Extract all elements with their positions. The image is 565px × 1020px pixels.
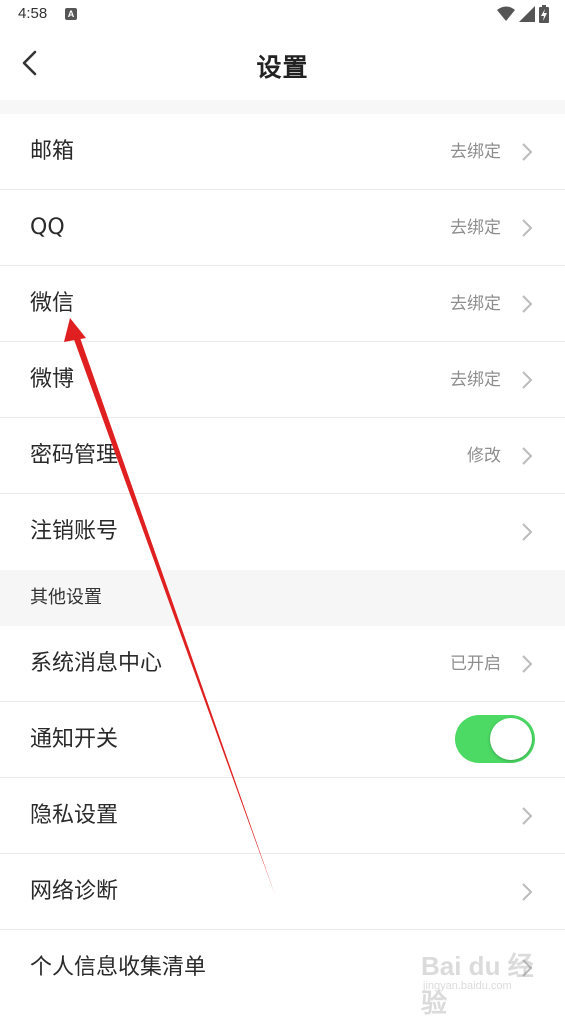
row-label: 系统消息中心 — [30, 651, 163, 676]
row-label: 微博 — [30, 367, 75, 392]
row-label: 微信 — [30, 291, 75, 316]
settings-row-message-center[interactable]: 系统消息中心 已开启 — [0, 626, 565, 702]
settings-row-qq[interactable]: QQ 去绑定 — [0, 190, 565, 266]
settings-row-delete-account[interactable]: 注销账号 — [0, 494, 565, 570]
section-title: 其他设置 — [30, 587, 102, 608]
settings-row-password[interactable]: 密码管理 修改 — [0, 418, 565, 494]
row-label: QQ — [30, 215, 65, 240]
row-label: 密码管理 — [30, 443, 119, 468]
status-bar: 4:58 A — [0, 0, 565, 30]
row-value: 去绑定 — [450, 294, 501, 314]
row-label: 个人信息收集清单 — [30, 955, 207, 980]
page-title: 设置 — [256, 53, 309, 82]
row-label: 邮箱 — [30, 139, 75, 164]
watermark-url: jingyan.baidu.com — [423, 980, 512, 992]
chevron-right-icon — [522, 655, 533, 673]
battery-charging-icon — [539, 5, 549, 23]
settings-list: 邮箱 去绑定 QQ 去绑定 微信 去绑定 微博 去绑定 密码管理 修改 注销账号… — [0, 114, 565, 1006]
chevron-right-icon — [522, 371, 533, 389]
row-label: 网络诊断 — [30, 879, 119, 904]
settings-row-network-diagnosis[interactable]: 网络诊断 — [0, 854, 565, 930]
chevron-right-icon — [522, 295, 533, 313]
chevron-right-icon — [522, 807, 533, 825]
row-label: 隐私设置 — [30, 803, 119, 828]
settings-row-email[interactable]: 邮箱 去绑定 — [0, 114, 565, 190]
row-value: 已开启 — [450, 654, 501, 674]
row-value: 修改 — [467, 446, 501, 466]
chevron-right-icon — [522, 143, 533, 161]
row-label: 通知开关 — [30, 727, 119, 752]
status-icons — [497, 5, 549, 23]
status-time: 4:58 — [18, 5, 48, 22]
a-icon: A — [65, 8, 77, 20]
section-header-other: 其他设置 — [0, 570, 565, 626]
wifi-icon — [497, 6, 515, 21]
baidu-watermark: Bai du 经验 jingyan.baidu.com — [415, 946, 545, 1018]
toggle-knob — [490, 718, 532, 760]
chevron-right-icon — [522, 883, 533, 901]
header: 设置 — [0, 30, 565, 100]
row-value: 去绑定 — [450, 142, 501, 162]
chevron-right-icon — [522, 219, 533, 237]
row-value: 去绑定 — [450, 218, 501, 238]
chevron-right-icon — [522, 447, 533, 465]
row-value: 去绑定 — [450, 370, 501, 390]
notification-toggle[interactable] — [455, 715, 535, 763]
chevron-right-icon — [522, 523, 533, 541]
settings-row-weibo[interactable]: 微博 去绑定 — [0, 342, 565, 418]
settings-row-wechat[interactable]: 微信 去绑定 — [0, 266, 565, 342]
signal-icon — [519, 6, 535, 22]
settings-row-privacy[interactable]: 隐私设置 — [0, 778, 565, 854]
settings-row-notifications: 通知开关 — [0, 702, 565, 778]
row-label: 注销账号 — [30, 519, 119, 544]
header-divider — [0, 100, 565, 114]
